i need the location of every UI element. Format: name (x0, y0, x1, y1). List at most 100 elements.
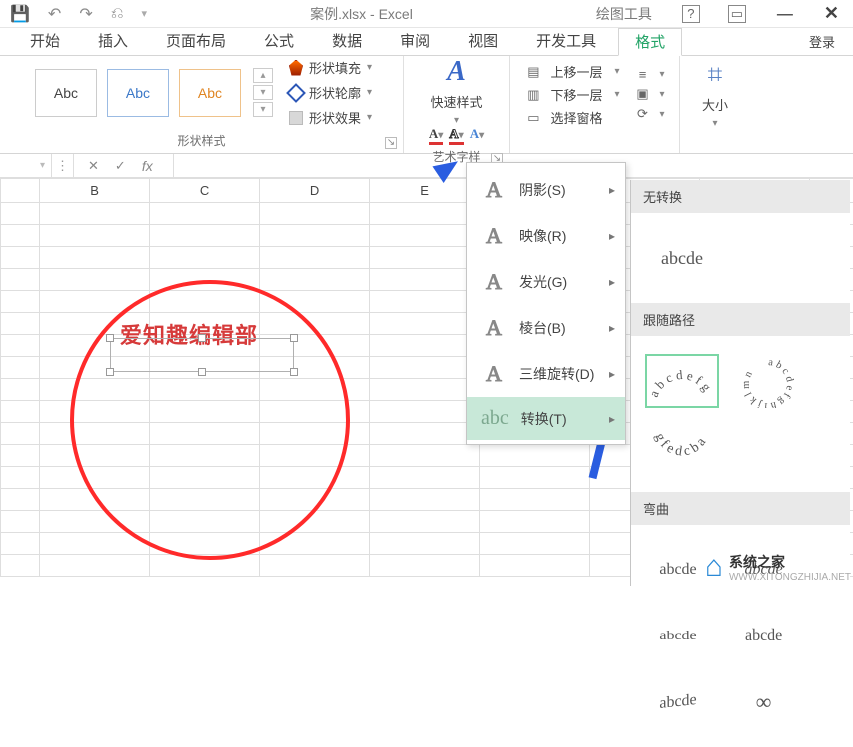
enter-icon[interactable]: ✓ (115, 158, 126, 174)
name-box-dropdown[interactable]: ⋮ (52, 154, 74, 177)
fx-cancel-enter: ✕ ✓ fx (74, 154, 174, 177)
redo-icon[interactable]: ↷ (79, 4, 92, 24)
bring-forward-button[interactable]: ▤上移一层▾ (524, 62, 619, 81)
menu-item-transform[interactable]: abc 转换(T)▸ (467, 397, 625, 440)
shape-fill-icon (289, 60, 303, 76)
system-buttons: ? ▭ － ✕ (682, 0, 853, 30)
tab-data[interactable]: 数据 (316, 28, 378, 56)
gallery-section-warp: 弯曲 (631, 492, 850, 525)
help-button[interactable]: ? (682, 5, 700, 23)
quick-styles-button[interactable]: A 快速样式 ▾ (418, 56, 494, 126)
transform-option-arch-down[interactable]: g f e d c b a (645, 420, 719, 474)
cancel-icon[interactable]: ✕ (88, 158, 99, 174)
tab-start[interactable]: 开始 (14, 28, 76, 56)
transform-option-none[interactable]: abcde (645, 231, 719, 285)
title-bar: 💾 ↶ ↷ ⎌ ▾ 案例.xlsx - Excel 绘图工具 ? ▭ － ✕ (0, 0, 853, 28)
shape-outline-button[interactable]: 形状轮廓▾ (289, 83, 372, 102)
align-icon: ≡ (634, 67, 652, 82)
menu-item-shadow[interactable]: A 阴影(S)▸ (467, 167, 625, 213)
shape-style-scroll: ▴ ▾ ▾ (253, 68, 273, 118)
menu-item-3d-rotation[interactable]: A 三维旋转(D)▸ (467, 351, 625, 397)
watermark: ⌂ 系统之家 WWW.XITONGZHIJIA.NET (705, 550, 851, 584)
svg-text:g f e d c b a: g f e d c b a (653, 431, 709, 459)
shape-style-option-2[interactable]: Abc (107, 69, 169, 117)
reflection-glyph-icon: A (481, 223, 507, 249)
size-button[interactable]: ⌗ 大小 ▾ (690, 59, 740, 129)
watermark-brand: 系统之家 (729, 554, 785, 570)
bring-forward-icon: ▤ (524, 64, 542, 80)
svg-text:a b c d e f g: a b c d e f g (647, 367, 715, 399)
save-icon[interactable]: 💾 (10, 4, 30, 24)
ribbon: Abc Abc Abc ▴ ▾ ▾ 形状填充▾ 形状轮廓▾ (0, 56, 853, 154)
menu-item-bevel[interactable]: A 棱台(B)▸ (467, 305, 625, 351)
shape-style-scroll-down[interactable]: ▾ (253, 85, 273, 100)
qat-dropdown-icon[interactable]: ▾ (142, 7, 148, 20)
shape-style-gallery-expand[interactable]: ▾ (253, 102, 273, 117)
minimize-button[interactable]: － (774, 0, 796, 30)
text-fill-button[interactable]: A▾ (429, 126, 443, 145)
rotation-3d-glyph-icon: A (481, 361, 507, 387)
rotate-button[interactable]: ⟳▾ (634, 106, 665, 122)
shape-selection-box[interactable] (110, 338, 294, 372)
name-box[interactable]: ▾ (0, 154, 52, 177)
transform-option-warp-6[interactable]: ∞ (727, 675, 801, 729)
watermark-logo-icon: ⌂ (705, 550, 723, 584)
select-all-corner[interactable] (1, 179, 40, 203)
col-header[interactable]: B (40, 179, 150, 203)
text-outline-button[interactable]: A▾ (449, 126, 463, 145)
selection-pane-button[interactable]: ▭选择窗格 (524, 108, 619, 127)
shape-effects-icon (289, 111, 303, 125)
col-header[interactable]: C (150, 179, 260, 203)
tab-formulas[interactable]: 公式 (248, 28, 310, 56)
tab-review[interactable]: 审阅 (384, 28, 446, 56)
group-button[interactable]: ▣▾ (634, 86, 665, 102)
svg-text:a b c d e f g h i j k l m n: a b c d e f g h i j k l m n (740, 357, 794, 408)
col-header[interactable]: E (370, 179, 480, 203)
transform-option-arch-up[interactable]: a b c d e f g (645, 354, 719, 408)
group-icon: ▣ (634, 86, 652, 102)
tab-format[interactable]: 格式 (618, 28, 682, 56)
transform-glyph-icon: abc (481, 407, 509, 430)
transform-gallery: 无转换 abcde 跟随路径 a b c d e f g a b c d e f… (630, 180, 850, 586)
col-header[interactable]: D (260, 179, 370, 203)
gallery-section-no-transform: 无转换 (631, 180, 850, 213)
menu-item-glow[interactable]: A 发光(G)▸ (467, 259, 625, 305)
ribbon-display-icon[interactable]: ▭ (728, 5, 746, 23)
fx-button[interactable]: fx (142, 158, 153, 174)
qat-icon[interactable]: ⎌ (111, 5, 124, 23)
shape-style-option-1[interactable]: Abc (35, 69, 97, 117)
shape-style-scroll-up[interactable]: ▴ (253, 68, 273, 83)
window-title: 案例.xlsx - Excel (157, 4, 566, 24)
shape-outline-icon (286, 83, 306, 103)
transform-option-circle[interactable]: a b c d e f g h i j k l m n (731, 354, 805, 408)
shape-effects-button[interactable]: 形状效果▾ (289, 108, 372, 127)
menu-item-reflection[interactable]: A 映像(R)▸ (467, 213, 625, 259)
size-icon: ⌗ (708, 59, 723, 91)
close-button[interactable]: ✕ (824, 3, 839, 24)
bevel-glyph-icon: A (481, 315, 507, 341)
shape-style-option-3[interactable]: Abc (179, 69, 241, 117)
send-backward-icon: ▥ (524, 87, 542, 103)
login-button[interactable]: 登录 (809, 32, 835, 51)
align-button[interactable]: ≡▾ (634, 67, 665, 82)
shape-fill-button[interactable]: 形状填充▾ (289, 58, 372, 77)
transform-option-warp-3[interactable]: abcde (641, 617, 715, 655)
send-backward-button[interactable]: ▥下移一层▾ (524, 85, 619, 104)
text-effects-menu: A 阴影(S)▸ A 映像(R)▸ A 发光(G)▸ A 棱台(B)▸ A 三维… (466, 162, 626, 445)
tab-insert[interactable]: 插入 (82, 28, 144, 56)
quick-styles-icon: A (447, 56, 466, 88)
quick-access-toolbar: 💾 ↶ ↷ ⎌ ▾ (0, 4, 157, 24)
rotate-icon: ⟳ (634, 106, 652, 122)
text-effects-button[interactable]: A▾ (470, 126, 484, 145)
selection-pane-icon: ▭ (524, 110, 542, 126)
transform-option-warp-4[interactable]: abcde (727, 609, 801, 663)
transform-option-warp-5[interactable]: abcde (641, 671, 715, 733)
tab-page-layout[interactable]: 页面布局 (150, 28, 242, 56)
shadow-glyph-icon: A (481, 177, 507, 203)
undo-icon[interactable]: ↶ (48, 4, 61, 24)
tab-developer[interactable]: 开发工具 (520, 28, 612, 56)
tab-view[interactable]: 视图 (452, 28, 514, 56)
glow-glyph-icon: A (481, 269, 507, 295)
shape-styles-expand-icon[interactable]: ↘ (385, 137, 397, 149)
ribbon-tabs: 开始 插入 页面布局 公式 数据 审阅 视图 开发工具 格式 登录 (0, 28, 853, 56)
